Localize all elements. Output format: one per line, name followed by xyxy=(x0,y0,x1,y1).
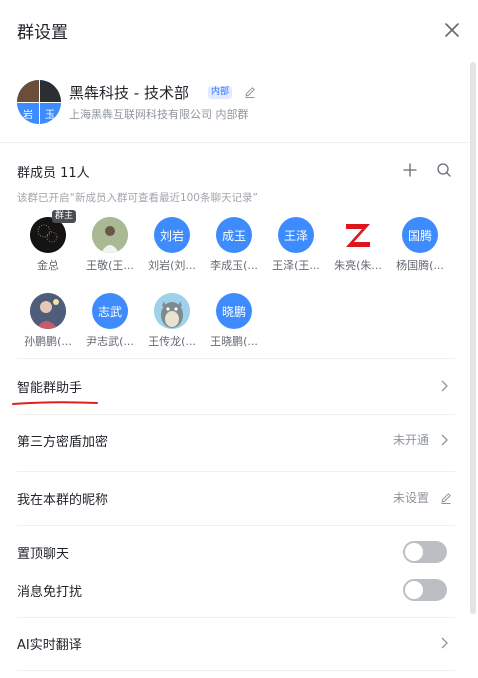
member-item[interactable]: 金总 xyxy=(18,217,78,277)
member-name: 孙鹏鹏(... xyxy=(24,335,72,348)
group-avatar[interactable]: 岩 玉 xyxy=(17,80,61,124)
member-avatar: 王泽 xyxy=(278,217,314,253)
divider xyxy=(17,414,455,415)
chevron-right-icon xyxy=(441,434,448,446)
chevron-right-icon xyxy=(441,380,448,392)
group-info: 岩 玉 黑犇科技 - 技术部 内部 上海黑犇互联网科技有限公司 内部群 xyxy=(17,80,457,126)
member-avatar: 晓鹏 xyxy=(216,293,252,329)
group-company: 上海黑犇互联网科技有限公司 内部群 xyxy=(69,108,249,121)
divider xyxy=(17,670,455,671)
divider xyxy=(17,525,455,526)
member-item[interactable]: 孙鹏鹏(... xyxy=(18,293,78,353)
mute-row: 消息免打扰 xyxy=(17,578,455,602)
member-name: 朱亮(朱... xyxy=(334,259,382,272)
edit-icon[interactable] xyxy=(243,85,257,99)
row-label: AI实时翻译 xyxy=(17,638,82,653)
member-name: 刘岩(刘... xyxy=(148,259,196,272)
smart-assistant-row[interactable]: 智能群助手 xyxy=(17,374,455,398)
member-avatar: 刘岩 xyxy=(154,217,190,253)
member-avatar: 国腾 xyxy=(402,217,438,253)
member-avatar xyxy=(154,293,190,329)
totoro-icon xyxy=(154,293,190,329)
group-avatar-char: 玉 xyxy=(39,102,61,124)
pin-chat-row: 置顶聊天 xyxy=(17,540,455,564)
mute-toggle[interactable] xyxy=(403,579,447,601)
member-name: 王泽(王... xyxy=(272,259,320,272)
member-item[interactable]: 王敬(王... xyxy=(80,217,140,277)
history-notice: 该群已开启“新成员入群可查看最近100条聊天记录” xyxy=(17,192,258,204)
member-item[interactable]: 成玉 李成玉(... xyxy=(204,217,264,277)
person-photo-icon xyxy=(92,217,128,253)
row-value: 未设置 xyxy=(392,491,429,505)
member-name: 金总 xyxy=(37,259,59,272)
row-label: 第三方密盾加密 xyxy=(17,435,109,450)
internal-tag: 内部 xyxy=(208,86,233,99)
member-avatar xyxy=(30,293,66,329)
row-label: 消息免打扰 xyxy=(17,585,83,600)
row-value: 未开通 xyxy=(392,433,429,447)
member-name: 杨国腾(... xyxy=(396,259,444,272)
divider xyxy=(0,142,470,143)
cartoon-photo-icon xyxy=(30,293,66,329)
member-item[interactable]: 志武 尹志武(... xyxy=(80,293,140,353)
row-label: 我在本群的昵称 xyxy=(17,493,109,508)
page-title: 群设置 xyxy=(17,23,68,43)
member-avatar xyxy=(92,217,128,253)
scrollbar-thumb[interactable] xyxy=(470,62,476,614)
group-avatar-char: 岩 xyxy=(17,102,39,124)
member-item[interactable]: 王泽 王泽(王... xyxy=(266,217,326,277)
encryption-row[interactable]: 第三方密盾加密 未开通 xyxy=(17,428,455,452)
owner-badge: 群主 xyxy=(52,210,77,223)
member-name: 李成玉(... xyxy=(210,259,258,272)
panel-header: 群设置 xyxy=(0,0,478,62)
avatar-divider xyxy=(17,101,61,103)
search-icon[interactable] xyxy=(436,162,452,178)
member-avatar: 志武 xyxy=(92,293,128,329)
group-avatar-tile xyxy=(17,80,39,102)
nickname-row[interactable]: 我在本群的昵称 未设置 xyxy=(17,486,455,510)
member-name: 王传龙(... xyxy=(148,335,196,348)
row-label: 置顶聊天 xyxy=(17,547,70,562)
edit-icon[interactable] xyxy=(439,491,453,505)
z-logo-icon xyxy=(346,224,370,247)
member-avatar xyxy=(340,217,376,253)
member-item[interactable]: 刘岩 刘岩(刘... xyxy=(142,217,202,277)
divider xyxy=(17,358,455,359)
chevron-right-icon xyxy=(441,637,448,649)
pin-chat-toggle[interactable] xyxy=(403,541,447,563)
members-title: 群成员 11人 xyxy=(17,166,90,181)
close-icon[interactable] xyxy=(442,20,462,40)
member-name: 王晓鹏(... xyxy=(210,335,258,348)
group-name: 黑犇科技 - 技术部 xyxy=(69,84,189,102)
member-name: 王敬(王... xyxy=(86,259,134,272)
member-avatar: 成玉 xyxy=(216,217,252,253)
group-avatar-tile xyxy=(39,80,61,102)
divider xyxy=(17,617,455,618)
ai-translate-row[interactable]: AI实时翻译 xyxy=(17,631,455,655)
toggle-knob xyxy=(405,543,423,561)
add-member-icon[interactable] xyxy=(402,162,418,178)
toggle-knob xyxy=(405,581,423,599)
member-item[interactable]: 晓鹏 王晓鹏(... xyxy=(204,293,264,353)
member-item[interactable]: 王传龙(... xyxy=(142,293,202,353)
row-label: 智能群助手 xyxy=(17,381,83,396)
member-item[interactable]: 国腾 杨国腾(... xyxy=(390,217,450,277)
red-underline-annotation xyxy=(12,401,98,405)
divider xyxy=(17,471,455,472)
member-name: 尹志武(... xyxy=(86,335,134,348)
member-item[interactable]: 朱亮(朱... xyxy=(328,217,388,277)
